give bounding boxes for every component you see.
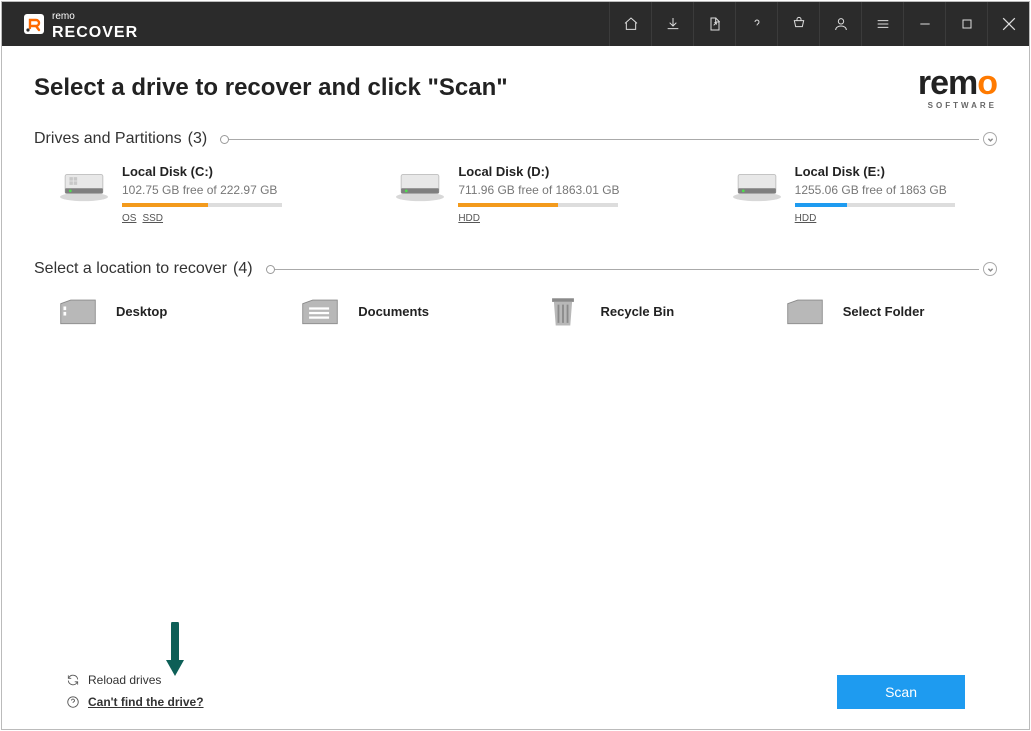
collapse-toggle[interactable] <box>983 132 997 146</box>
home-button[interactable] <box>609 2 651 46</box>
logo-icon <box>22 12 46 36</box>
drive-name: Local Disk (D:) <box>458 164 619 179</box>
locations-section-count: (4) <box>233 260 253 278</box>
account-button[interactable] <box>819 2 861 46</box>
drive-usage-bar <box>122 203 282 207</box>
drive-tags: HDD <box>795 213 955 224</box>
annotation-arrow-icon <box>162 622 188 683</box>
export-button[interactable] <box>693 2 735 46</box>
collapse-toggle[interactable] <box>983 262 997 276</box>
content-area: remo SOFTWARE Select a drive to recover … <box>2 46 1029 729</box>
reload-drives-label: Reload drives <box>88 673 161 687</box>
section-divider <box>271 269 979 270</box>
app-name: remoRECOVER <box>52 6 138 42</box>
maximize-button[interactable] <box>945 2 987 46</box>
reload-icon <box>66 673 80 687</box>
brand-logo: remo SOFTWARE <box>918 70 997 110</box>
help-button[interactable] <box>735 2 777 46</box>
drive-icon <box>394 166 446 202</box>
drives-section-header: Drives and Partitions (3) <box>34 130 997 148</box>
desktop-icon <box>58 294 98 328</box>
menu-button[interactable] <box>861 2 903 46</box>
drive-icon <box>731 166 783 202</box>
drive-name: Local Disk (E:) <box>795 164 955 179</box>
titlebar: remoRECOVER <box>2 2 1029 46</box>
location-label: Desktop <box>116 304 167 319</box>
minimize-button[interactable] <box>903 2 945 46</box>
drive-tag[interactable]: OS <box>122 213 136 224</box>
location-item[interactable]: Select Folder <box>785 294 997 328</box>
bin-icon <box>543 294 583 328</box>
drive-item[interactable]: Local Disk (C:) 102.75 GB free of 222.97… <box>58 164 324 224</box>
drive-free-text: 102.75 GB free of 222.97 GB <box>122 183 282 197</box>
locations-section-header: Select a location to recover (4) <box>34 260 997 278</box>
drive-usage-bar <box>458 203 618 207</box>
drive-free-text: 1255.06 GB free of 1863 GB <box>795 183 955 197</box>
location-item[interactable]: Desktop <box>58 294 270 328</box>
app-logo: remoRECOVER <box>22 6 138 42</box>
location-item[interactable]: Documents <box>300 294 512 328</box>
cart-button[interactable] <box>777 2 819 46</box>
drive-free-text: 711.96 GB free of 1863.01 GB <box>458 183 619 197</box>
drive-usage-bar <box>795 203 955 207</box>
drive-tag[interactable]: HDD <box>795 213 817 224</box>
drive-item[interactable]: Local Disk (D:) 711.96 GB free of 1863.0… <box>394 164 660 224</box>
brand-subtitle: SOFTWARE <box>928 101 997 110</box>
close-button[interactable] <box>987 2 1029 46</box>
brand-wordmark: remo <box>918 70 997 97</box>
locations-section-label: Select a location to recover <box>34 260 227 278</box>
cant-find-drive-label: Can't find the drive? <box>88 695 204 709</box>
drive-tag[interactable]: SSD <box>142 213 163 224</box>
app-window: remoRECOVER remo SOFTWARE Select a drive… <box>1 1 1030 730</box>
locations-list: Desktop Documents Recycle Bin Select Fol… <box>34 294 997 328</box>
drive-tags: OS SSD <box>122 213 282 224</box>
location-label: Select Folder <box>843 304 925 319</box>
drive-tag[interactable]: HDD <box>458 213 480 224</box>
location-label: Recycle Bin <box>601 304 675 319</box>
cant-find-drive-link[interactable]: Can't find the drive? <box>66 695 204 709</box>
drive-name: Local Disk (C:) <box>122 164 282 179</box>
help-circle-icon <box>66 695 80 709</box>
folder-icon <box>785 294 825 328</box>
location-label: Documents <box>358 304 429 319</box>
download-button[interactable] <box>651 2 693 46</box>
drive-tags: HDD <box>458 213 619 224</box>
drives-list: Local Disk (C:) 102.75 GB free of 222.97… <box>34 164 997 224</box>
scan-button[interactable]: Scan <box>837 675 965 709</box>
drive-icon <box>58 166 110 202</box>
section-divider <box>225 139 979 140</box>
drives-section-label: Drives and Partitions <box>34 130 182 148</box>
documents-icon <box>300 294 340 328</box>
drives-section-count: (3) <box>188 130 208 148</box>
titlebar-actions <box>609 2 1029 46</box>
drive-item[interactable]: Local Disk (E:) 1255.06 GB free of 1863 … <box>731 164 997 224</box>
location-item[interactable]: Recycle Bin <box>543 294 755 328</box>
page-title: Select a drive to recover and click "Sca… <box>34 74 997 102</box>
